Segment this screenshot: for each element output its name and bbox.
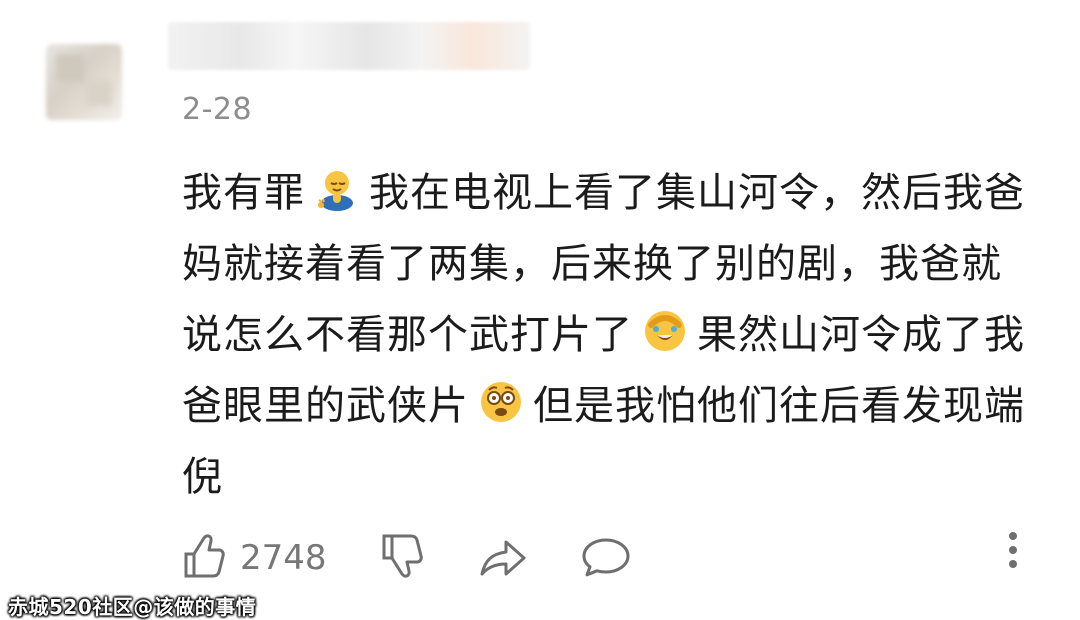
comment-text: 我有罪 我在电视上看了集山河令，然后我爸妈就接着看了两集，后来换了别的剧，我爸就… xyxy=(182,158,1042,513)
dislike-button[interactable] xyxy=(378,532,426,584)
thumbs-up-icon[interactable] xyxy=(180,532,228,584)
comment-icon[interactable] xyxy=(580,534,632,582)
more-vertical-icon[interactable] xyxy=(1003,526,1023,578)
comment-line-1: 我有罪 xyxy=(182,170,305,216)
like-button[interactable]: 2748 xyxy=(180,532,327,584)
watermark: 赤城520社区@该做的事情 xyxy=(8,595,257,619)
more-options-button[interactable] xyxy=(1003,526,1023,578)
shocked-emoji-icon xyxy=(477,378,525,426)
share-button[interactable] xyxy=(478,536,530,584)
praying-emoji-icon xyxy=(313,165,361,213)
comment-date: 2-28 xyxy=(182,92,253,127)
share-icon[interactable] xyxy=(478,536,530,584)
facepalm-laugh-emoji-icon xyxy=(641,307,689,355)
thumbs-down-icon[interactable] xyxy=(378,532,426,584)
like-count: 2748 xyxy=(240,538,327,578)
avatar[interactable] xyxy=(46,44,122,120)
comment-actions: 2748 xyxy=(0,520,1080,590)
username-blurred[interactable] xyxy=(168,22,530,70)
comment-button[interactable] xyxy=(580,534,632,582)
